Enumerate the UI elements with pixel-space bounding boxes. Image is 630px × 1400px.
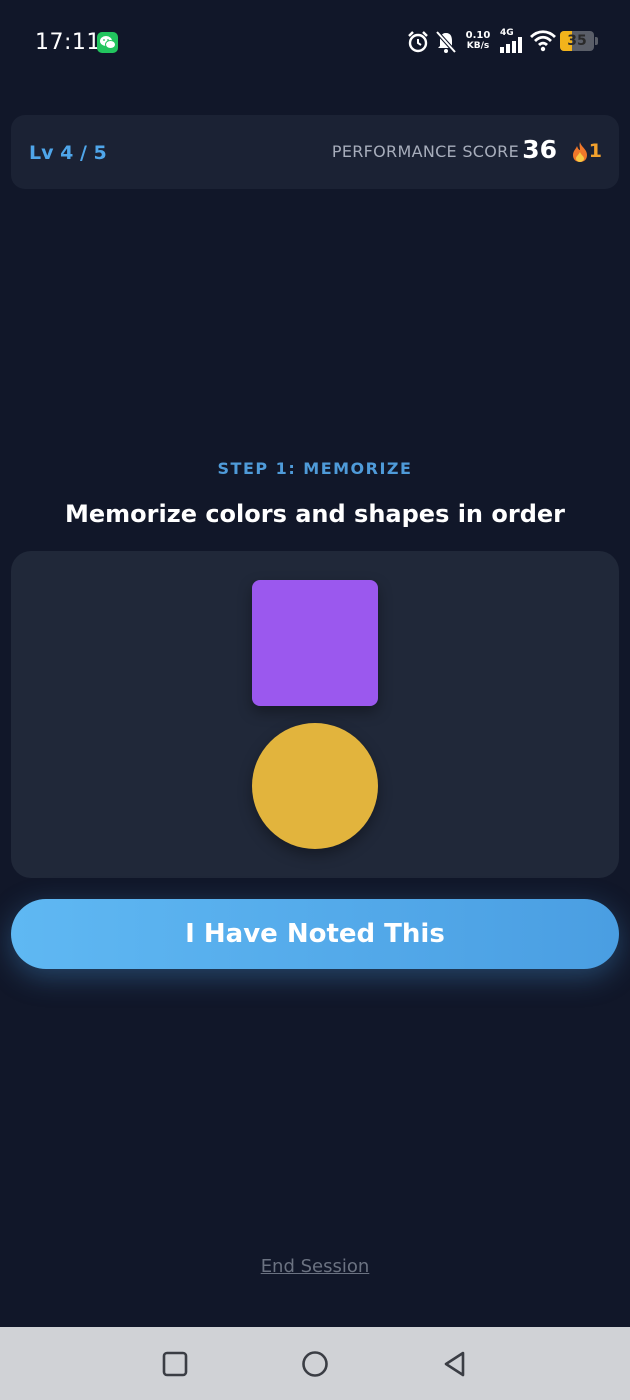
- alarm-icon: [408, 31, 428, 53]
- streak-count: 1: [588, 140, 602, 162]
- performance-score-label: PERFORMANCE SCORE: [331, 142, 519, 161]
- battery-icon: 35: [560, 31, 598, 51]
- net-speed: 0.10 KB/s: [462, 30, 494, 52]
- score-header: Lv 4 / 5 PERFORMANCE SCORE 36 1: [11, 115, 619, 189]
- flame-icon: [573, 142, 587, 162]
- shape-purple-square: [252, 580, 378, 706]
- system-nav-bar: [0, 1327, 630, 1400]
- status-bar: 17:11 0.10 KB/s 4G 35: [0, 0, 630, 86]
- step-label: STEP 1: MEMORIZE: [217, 459, 413, 478]
- net-speed-unit: KB/s: [466, 41, 490, 51]
- status-time: 17:11: [35, 30, 101, 55]
- shape-yellow-circle: [252, 723, 378, 849]
- back-icon[interactable]: [440, 1349, 470, 1379]
- wechat-icon: [97, 32, 118, 53]
- level-indicator: Lv 4 / 5: [29, 142, 107, 164]
- net-speed-value: 0.10: [465, 30, 491, 41]
- wifi-icon: [530, 30, 556, 52]
- home-icon[interactable]: [300, 1349, 330, 1379]
- noted-button-label: I Have Noted This: [185, 919, 445, 949]
- battery-level: 35: [567, 33, 587, 49]
- instruction-text: Memorize colors and shapes in order: [65, 500, 565, 528]
- noted-button[interactable]: I Have Noted This: [11, 899, 619, 969]
- signal-icon: [500, 37, 522, 53]
- recents-icon[interactable]: [160, 1349, 190, 1379]
- memorize-panel: [11, 551, 619, 878]
- mute-bell-icon: [435, 30, 457, 54]
- end-session-link[interactable]: End Session: [0, 1256, 630, 1277]
- performance-score-value: 36: [522, 135, 557, 164]
